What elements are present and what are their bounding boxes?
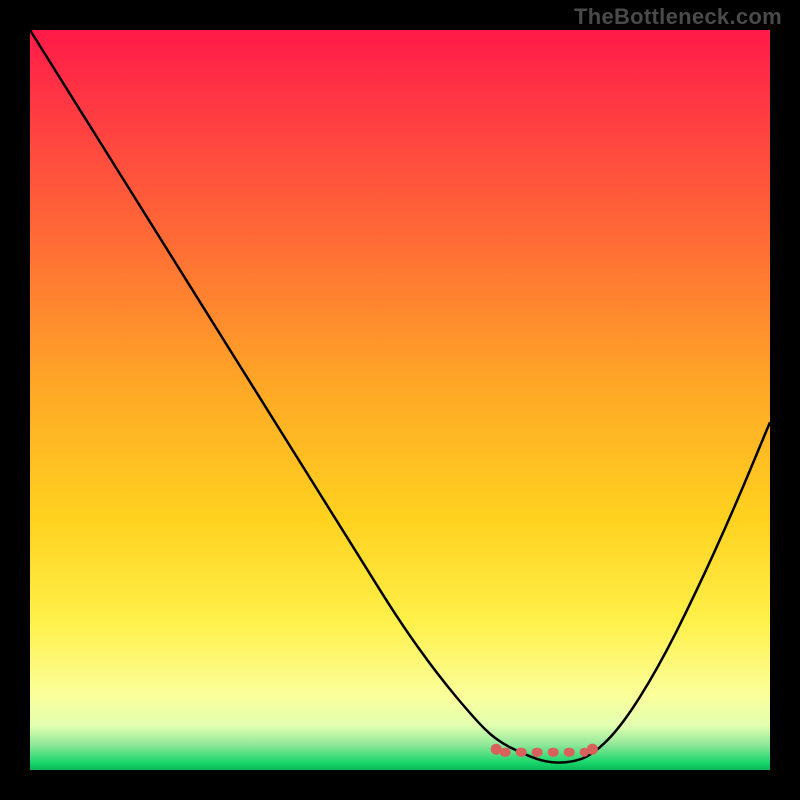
plot-area — [30, 30, 770, 770]
curve-path — [30, 30, 770, 763]
watermark-text: TheBottleneck.com — [574, 4, 782, 30]
bottleneck-curve — [30, 30, 770, 770]
chart-frame: TheBottleneck.com — [0, 0, 800, 800]
